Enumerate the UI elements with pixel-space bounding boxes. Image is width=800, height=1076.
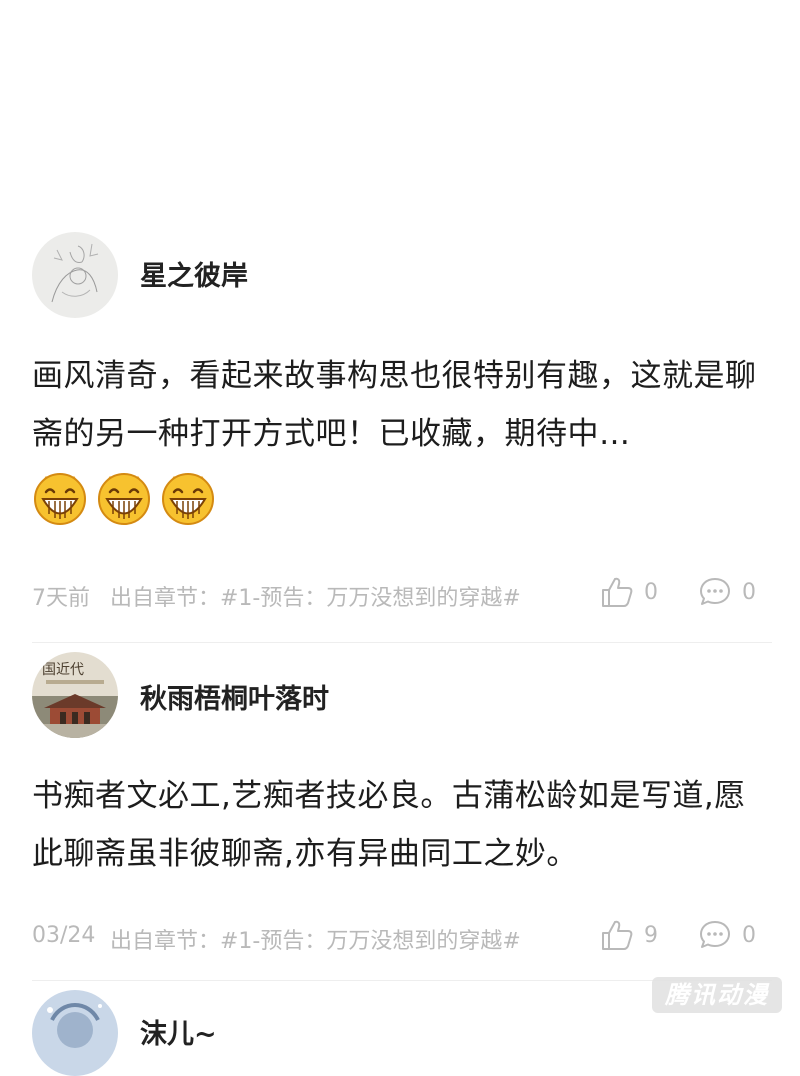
grin-emoji-icon: [162, 473, 214, 525]
comment-meta: 7天前 出自章节：#1-预告：万万没想到的穿越# 0 0: [32, 576, 772, 612]
comment-time: 7天前: [32, 586, 90, 611]
comment-time: 03/24: [32, 923, 96, 948]
comment-bubble-icon: [700, 578, 730, 605]
like-count: 9: [644, 922, 658, 948]
comment-text: 书痴者文必工,艺痴者技必良。古蒲松龄如是写道,愿此聊斋虽非彼聊斋,亦有异曲同工之…: [32, 778, 746, 872]
chapter-source-link[interactable]: 出自章节：#1-预告：万万没想到的穿越#: [110, 923, 521, 955]
grin-emoji-icon: [98, 473, 150, 525]
thumbs-up-icon: [602, 920, 633, 950]
comment-meta: 03/24 出自章节：#1-预告：万万没想到的穿越# 9 0: [32, 919, 772, 955]
reply-count: 0: [742, 922, 756, 948]
watermark-logo: 腾讯动漫: [652, 977, 782, 1013]
reply-button[interactable]: 0: [698, 919, 756, 951]
reply-button[interactable]: 0: [698, 576, 756, 608]
avatar[interactable]: [32, 232, 118, 318]
comment-text: 画风清奇，看起来故事构思也很特别有趣，这就是聊斋的另一种打开方式吧！已收藏，期待…: [32, 358, 757, 452]
grin-emoji-icon: [34, 473, 86, 525]
like-button[interactable]: 0: [600, 576, 658, 608]
chapter-source-link[interactable]: 出自章节：#1-预告：万万没想到的穿越#: [110, 580, 521, 612]
thumbs-up-icon: [602, 577, 633, 607]
avatar[interactable]: 国近代: [32, 652, 118, 738]
illustrated-avatar-image: [32, 990, 118, 1076]
like-button[interactable]: 9: [600, 919, 658, 951]
reply-count: 0: [742, 579, 756, 605]
divider: [32, 642, 772, 643]
sketch-avatar-image: [32, 232, 118, 318]
like-count: 0: [644, 579, 658, 605]
username[interactable]: 沫儿~: [140, 1012, 217, 1051]
emoji-row: [32, 470, 216, 526]
comment-bubble-icon: [700, 921, 730, 948]
book-cover-avatar-image: 国近代: [32, 652, 118, 738]
username[interactable]: 秋雨梧桐叶落时: [140, 677, 329, 716]
username[interactable]: 星之彼岸: [140, 254, 248, 293]
avatar[interactable]: [32, 990, 118, 1076]
svg-text:国近代: 国近代: [42, 662, 84, 678]
